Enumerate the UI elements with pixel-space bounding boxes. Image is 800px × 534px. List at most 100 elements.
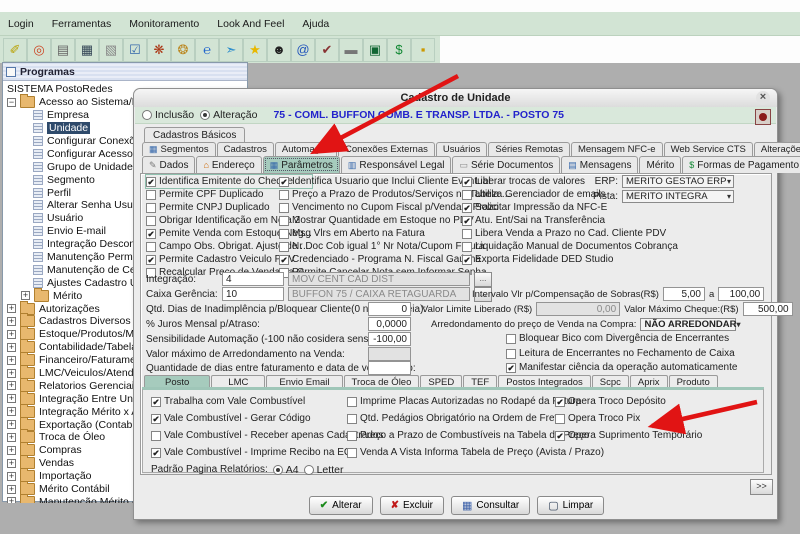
- checkbox[interactable]: [555, 431, 565, 441]
- expand-icon[interactable]: [7, 317, 16, 326]
- checkbox[interactable]: [462, 242, 472, 252]
- toolbar-button-login-key[interactable]: ✐: [3, 38, 27, 62]
- radio-letter[interactable]: Letter: [304, 464, 344, 476]
- checkbox-item[interactable]: Liquidação Manual de Documentos Cobrança: [462, 240, 678, 253]
- tab-serie-documentos[interactable]: ▭Série Documentos: [452, 156, 560, 173]
- radio-icon[interactable]: [273, 465, 283, 475]
- radio-a4[interactable]: A4: [273, 464, 299, 476]
- programs-panel-titlebar[interactable]: Programas: [3, 63, 247, 81]
- menu-login[interactable]: Login: [8, 18, 34, 30]
- expand-icon[interactable]: [7, 420, 16, 429]
- toolbar-button-user-badge[interactable]: ☑: [123, 38, 147, 62]
- dialog-titlebar[interactable]: Cadastro de Unidade ×: [134, 89, 777, 107]
- caixa-code-input[interactable]: 10: [222, 287, 284, 301]
- toolbar-button-keyboard[interactable]: ▬: [339, 38, 363, 62]
- checkbox[interactable]: [279, 216, 289, 226]
- expand-icon[interactable]: [7, 394, 16, 403]
- toolbar-button-favorites[interactable]: ★: [243, 38, 267, 62]
- qtd-inadimplencia-input[interactable]: 0: [368, 302, 411, 316]
- checkbox[interactable]: [279, 229, 289, 239]
- tab-series-remotas[interactable]: Séries Remotas: [488, 142, 570, 156]
- toolbar-button-lock[interactable]: ▪: [411, 38, 435, 62]
- checkbox[interactable]: [347, 414, 357, 424]
- toolbar-button-coins[interactable]: ❂: [171, 38, 195, 62]
- checkbox[interactable]: [146, 190, 156, 200]
- expand-icon[interactable]: [7, 330, 16, 339]
- integracao-code-input[interactable]: 4: [222, 272, 284, 286]
- checkbox[interactable]: [279, 177, 289, 187]
- checkbox-item[interactable]: Manifestar ciência da operação automatic…: [506, 361, 737, 374]
- collapse-icon[interactable]: [7, 98, 16, 107]
- excluir-button[interactable]: ✘Excluir: [380, 496, 444, 515]
- checkbox[interactable]: [279, 190, 289, 200]
- toolbar-button-browser[interactable]: ℮: [195, 38, 219, 62]
- checkbox[interactable]: [146, 255, 156, 265]
- menu-look-and-feel[interactable]: Look And Feel: [217, 18, 284, 30]
- tab-mensagem-nfce[interactable]: Mensagem NFC-e: [571, 142, 663, 156]
- checkbox-item[interactable]: Bloquear Bico com Divergência de Encerra…: [506, 332, 729, 345]
- checkbox[interactable]: [462, 216, 472, 226]
- checkbox[interactable]: [462, 229, 472, 239]
- checkbox[interactable]: [146, 177, 156, 187]
- sensibilidade-input[interactable]: -100,00: [368, 332, 411, 346]
- checkbox[interactable]: [151, 448, 161, 458]
- tab-web-service-cts[interactable]: Web Service CTS: [664, 142, 753, 156]
- tab-conexoes-externas[interactable]: Conexões Externas: [338, 142, 435, 156]
- toolbar-button-email[interactable]: @: [291, 38, 315, 62]
- checkbox[interactable]: [279, 242, 289, 252]
- alterar-button[interactable]: ✔Alterar: [309, 496, 373, 515]
- checkbox[interactable]: [146, 242, 156, 252]
- tab-dados[interactable]: ✎Dados: [142, 156, 195, 173]
- exit-record-button[interactable]: [755, 109, 771, 125]
- expand-icon[interactable]: [7, 343, 16, 352]
- expand-icon[interactable]: [7, 485, 16, 494]
- toolbar-button-sync[interactable]: ◎: [27, 38, 51, 62]
- checkbox[interactable]: [146, 203, 156, 213]
- toolbar-button-printer[interactable]: ▤: [51, 38, 75, 62]
- consultar-button[interactable]: ▦Consultar: [451, 496, 530, 515]
- tab-parametros[interactable]: ▦Parâmetros: [263, 156, 340, 173]
- checkbox[interactable]: [279, 255, 289, 265]
- checkbox[interactable]: [347, 448, 357, 458]
- checkbox-item[interactable]: Libera Venda a Prazo no Cad. Cliente PDV: [462, 227, 678, 240]
- toolbar-button-support[interactable]: ☻: [267, 38, 291, 62]
- expand-icon[interactable]: [7, 446, 16, 455]
- toolbar-button-bug[interactable]: ❋: [147, 38, 171, 62]
- checkbox[interactable]: [146, 216, 156, 226]
- toolbar-button-notepad[interactable]: ▧: [99, 38, 123, 62]
- checkbox-item-opera-suprimento[interactable]: Opera Suprimento Temporário: [555, 429, 702, 442]
- expand-icon[interactable]: [7, 472, 16, 481]
- radio-icon[interactable]: [200, 110, 210, 120]
- toolbar-button-workstation[interactable]: ▦: [75, 38, 99, 62]
- checkbox-item[interactable]: Opera Troco Depósito: [555, 395, 702, 408]
- checkbox-item[interactable]: Atu. Ent/Sai na Transferência: [462, 214, 678, 227]
- radio-alteracao[interactable]: Alteração: [200, 109, 257, 121]
- checkbox[interactable]: [555, 414, 565, 424]
- tab-usuarios[interactable]: Usuários: [436, 142, 488, 156]
- checkbox[interactable]: [279, 203, 289, 213]
- checkbox-item[interactable]: Venda A Vista Informa Tabela de Preço (A…: [347, 446, 604, 459]
- expand-icon[interactable]: [7, 381, 16, 390]
- checkbox[interactable]: [462, 203, 472, 213]
- toolbar-button-stamp[interactable]: ✔: [315, 38, 339, 62]
- intervalo-from-input[interactable]: 5,00: [663, 287, 705, 301]
- arredondamento-select[interactable]: NÃO ARREDONDAR▾: [640, 318, 736, 331]
- toolbar-button-compass[interactable]: ➣: [219, 38, 243, 62]
- checkbox[interactable]: [506, 349, 516, 359]
- erp-select[interactable]: MERITO GESTAO ERP▾: [622, 175, 734, 188]
- checkbox-item[interactable]: Opera Troco Pix: [555, 412, 702, 425]
- expand-icon[interactable]: [21, 291, 30, 300]
- close-icon[interactable]: ×: [756, 91, 770, 105]
- expand-icon[interactable]: [7, 407, 16, 416]
- checkbox-item[interactable]: Exporta Fidelidade DED Studio: [462, 253, 678, 266]
- tab-endereco[interactable]: ⌂Endereço: [196, 156, 261, 173]
- radio-icon[interactable]: [142, 110, 152, 120]
- pista-select[interactable]: MERITO INTEGRA▾: [622, 190, 734, 203]
- expand-icon[interactable]: [7, 497, 16, 503]
- checkbox[interactable]: [555, 397, 565, 407]
- tab-cadastros[interactable]: Cadastros: [217, 142, 274, 156]
- expand-icon[interactable]: [7, 369, 16, 378]
- tab-mensagens[interactable]: ▤Mensagens: [561, 156, 638, 173]
- expand-icon[interactable]: [7, 304, 16, 313]
- checkbox[interactable]: [462, 190, 472, 200]
